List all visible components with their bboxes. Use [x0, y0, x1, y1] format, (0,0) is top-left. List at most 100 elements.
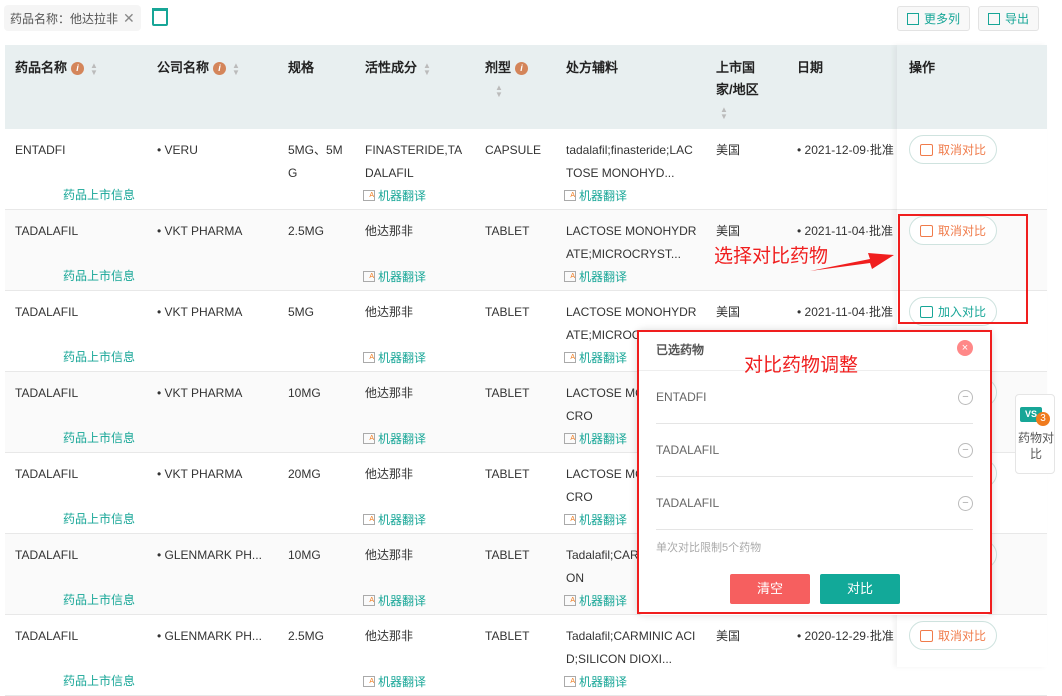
compare-icon [919, 629, 933, 642]
translate-icon: A [363, 514, 375, 525]
spec: 5MG [288, 305, 315, 319]
translate-icon: A [564, 190, 576, 201]
dosage-form: TABLET [485, 548, 530, 562]
translate-icon: A [564, 271, 576, 282]
date: • 2021-12-09·批准 [797, 143, 894, 157]
col-company[interactable]: 公司名称 i ▲ ▼ [157, 57, 242, 79]
filter-label: 药品名称：他达拉非 [10, 11, 119, 26]
country: 美国 [716, 629, 741, 643]
market-info-link[interactable]: 药品上市信息 [63, 510, 135, 527]
translate-button[interactable]: A 机器翻译 [363, 511, 426, 528]
translate-button[interactable]: A 机器翻译 [564, 349, 627, 366]
sort-icon[interactable]: ▲ ▼ [423, 61, 433, 76]
col-excipient: 处方辅料 [566, 60, 619, 75]
drug-name: TADALAFIL [15, 224, 79, 238]
translate-icon: A [363, 352, 375, 363]
table-row: TADALAFIL 药品上市信息 • GLENMARK PH... 2.5MG … [5, 615, 1047, 696]
spec: 10MG [288, 548, 321, 562]
excipient: tadalafil;finasteride;LACTOSE MONOHYD... [566, 143, 693, 180]
translate-button[interactable]: A 机器翻译 [363, 673, 426, 690]
annotation-box [898, 214, 1028, 324]
drug-name: TADALAFIL [15, 467, 79, 481]
info-icon[interactable]: i [213, 62, 227, 76]
market-info-link[interactable]: 药品上市信息 [63, 186, 135, 203]
sort-icon[interactable]: ▲ ▼ [232, 61, 242, 76]
trash-icon[interactable] [152, 8, 168, 26]
translate-button[interactable]: A 机器翻译 [363, 592, 426, 609]
translate-button[interactable]: A 机器翻译 [564, 511, 627, 528]
drug-name: ENTADFI [15, 143, 66, 157]
active-ingredient: 他达那非 [365, 386, 414, 400]
drug-name: TADALAFIL [15, 305, 79, 319]
info-icon[interactable]: i [515, 62, 529, 76]
country: 美国 [716, 224, 741, 238]
market-info-link[interactable]: 药品上市信息 [63, 267, 135, 284]
spec: 2.5MG [288, 224, 325, 238]
compare-icon [919, 143, 933, 156]
columns-icon [907, 12, 919, 25]
translate-button[interactable]: A 机器翻译 [363, 187, 426, 204]
col-active[interactable]: 活性成分 ▲ ▼ [365, 57, 433, 79]
translate-icon: A [363, 676, 375, 687]
translate-button[interactable]: A 机器翻译 [564, 187, 627, 204]
date: • 2020-12-29·批准 [797, 629, 894, 643]
translate-icon: A [363, 271, 375, 282]
dosage-form: TABLET [485, 629, 530, 643]
table-header: 药品名称 i ▲ ▼ 公司名称 i ▲ ▼ 规格 活性成分 ▲ ▼ 剂型 i ▲ ▼ 处方辅料 上市国… [5, 45, 1047, 129]
market-info-link[interactable]: 药品上市信息 [63, 429, 135, 446]
translate-button[interactable]: A 机器翻译 [363, 268, 426, 285]
info-icon[interactable]: i [71, 62, 85, 76]
translate-icon: A [363, 433, 375, 444]
active-ingredient: 他达那非 [365, 467, 414, 481]
company[interactable]: • VERU [157, 139, 198, 162]
col-country[interactable]: 上市国家/地区 ▲ ▼ [716, 57, 768, 123]
translate-button[interactable]: A 机器翻译 [564, 673, 627, 690]
active-ingredient: 他达那非 [365, 305, 414, 319]
export-button[interactable]: 导出 [978, 6, 1040, 31]
market-info-link[interactable]: 药品上市信息 [63, 348, 135, 365]
col-spec: 规格 [288, 60, 315, 75]
dosage-form: TABLET [485, 386, 530, 400]
company[interactable]: • GLENMARK PH... [157, 544, 262, 567]
more-columns-button[interactable]: 更多列 [897, 6, 971, 31]
export-label: 导出 [1005, 12, 1030, 26]
translate-icon: A [564, 595, 576, 606]
market-info-link[interactable]: 药品上市信息 [63, 672, 135, 689]
translate-icon: A [564, 676, 576, 687]
table-row: ENTADFI 药品上市信息 • VERU 5MG、5MG FINASTERID… [5, 129, 1047, 210]
active-ingredient: FINASTERIDE,TADALAFIL [365, 143, 463, 180]
excipient: LACTOSE MONOHYDRATE;MICROCRYST... [566, 224, 697, 261]
translate-button[interactable]: A 机器翻译 [564, 430, 627, 447]
company[interactable]: • VKT PHARMA [157, 382, 242, 405]
translate-icon: A [564, 433, 576, 444]
company[interactable]: • VKT PHARMA [157, 220, 242, 243]
country: 美国 [716, 305, 741, 319]
close-icon[interactable]: ✕ [123, 10, 135, 27]
translate-icon: A [564, 514, 576, 525]
sort-icon[interactable]: ▲ ▼ [495, 83, 505, 98]
drug-name: TADALAFIL [15, 548, 79, 562]
dosage-form: TABLET [485, 305, 530, 319]
cancel-compare-button[interactable]: 取消对比 [909, 621, 997, 650]
sort-icon[interactable]: ▲ ▼ [720, 105, 730, 120]
translate-button[interactable]: A 机器翻译 [564, 592, 627, 609]
annotation-adjust: 对比药物调整 [744, 355, 859, 376]
drug-compare-float-button[interactable]: VS 3 药物对比 [1015, 394, 1055, 474]
company[interactable]: • VKT PHARMA [157, 301, 242, 324]
company[interactable]: • GLENMARK PH... [157, 625, 262, 648]
col-form[interactable]: 剂型 i ▲ ▼ [485, 57, 529, 101]
cancel-compare-button[interactable]: 取消对比 [909, 135, 997, 164]
date: • 2021-11-04·批准 [797, 305, 894, 319]
spec: 20MG [288, 467, 321, 481]
company[interactable]: • VKT PHARMA [157, 463, 242, 486]
translate-button[interactable]: A 机器翻译 [363, 349, 426, 366]
sort-icon[interactable]: ▲ ▼ [90, 61, 100, 76]
col-drug-name[interactable]: 药品名称 i ▲ ▼ [15, 57, 100, 79]
annotation-arrow-icon [810, 253, 894, 271]
translate-button[interactable]: A 机器翻译 [363, 430, 426, 447]
market-info-link[interactable]: 药品上市信息 [63, 591, 135, 608]
active-ingredient: 他达那非 [365, 629, 414, 643]
active-ingredient: 他达那非 [365, 224, 414, 238]
drug-name: TADALAFIL [15, 386, 79, 400]
translate-button[interactable]: A 机器翻译 [564, 268, 627, 285]
